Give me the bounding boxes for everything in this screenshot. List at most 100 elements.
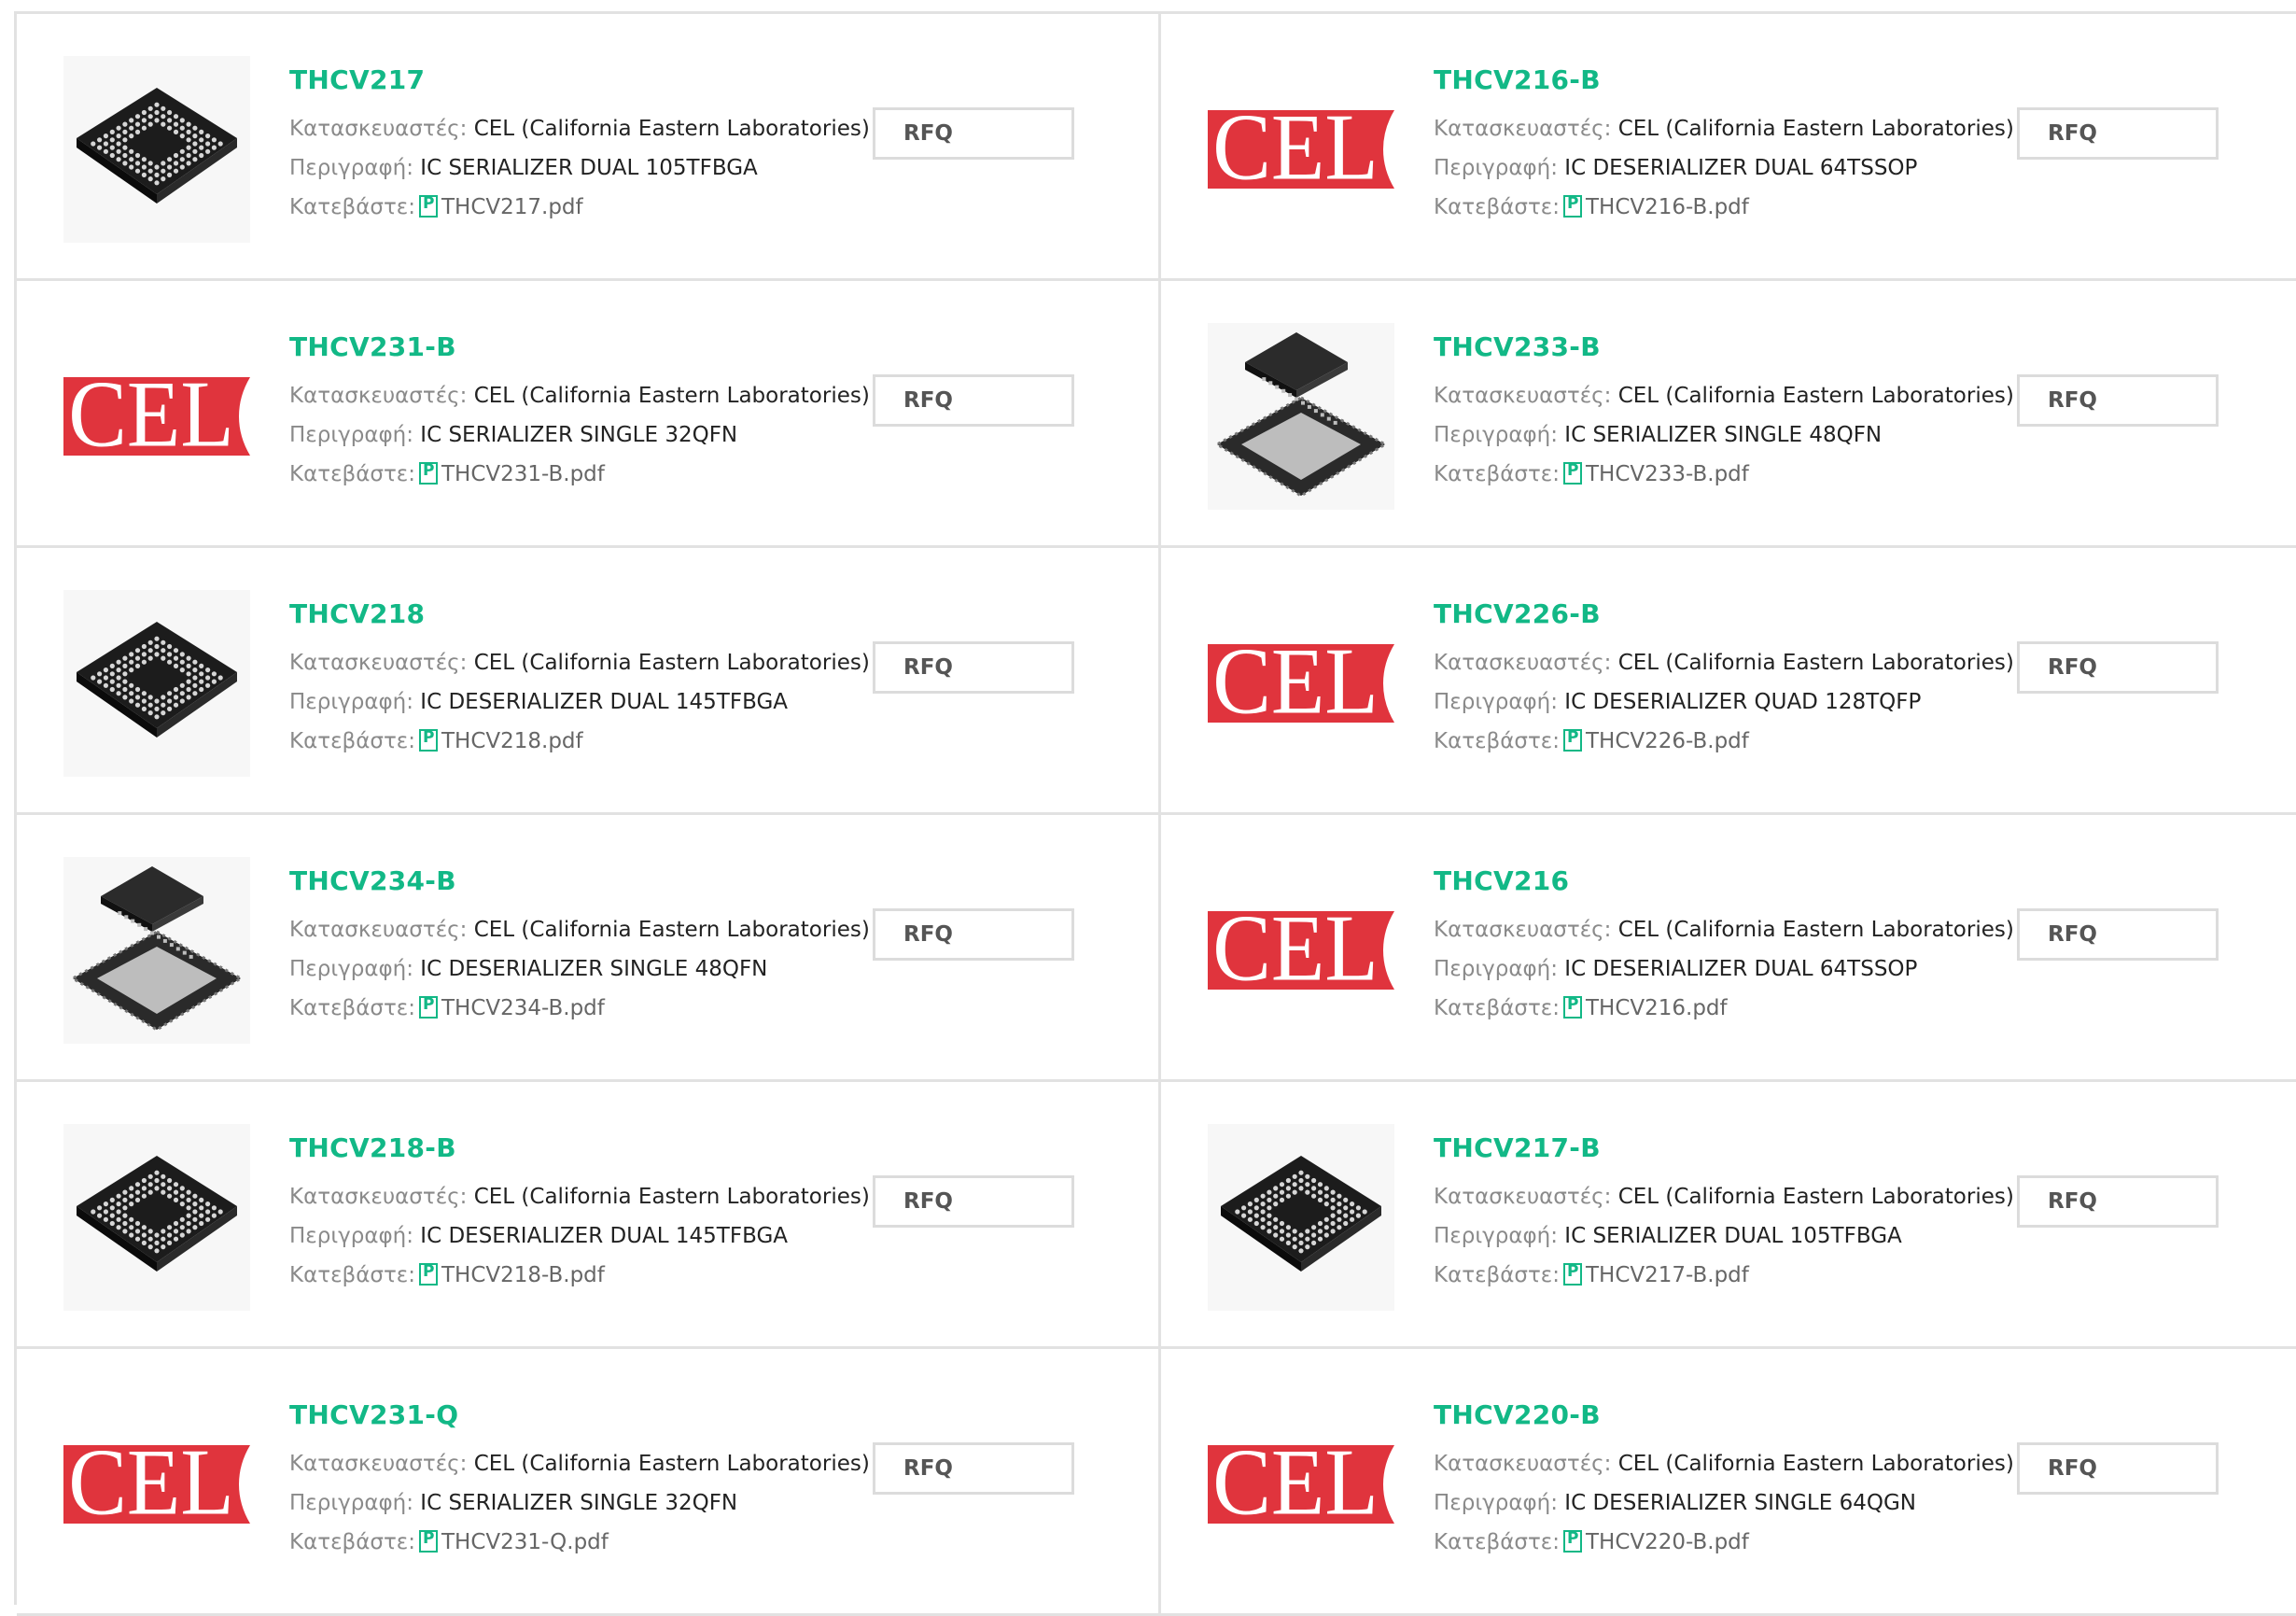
pdf-icon[interactable]: [418, 728, 438, 752]
pdf-icon[interactable]: [418, 1529, 438, 1553]
pdf-icon[interactable]: [418, 1262, 438, 1286]
pdf-icon[interactable]: [1562, 1262, 1582, 1286]
pdf-icon[interactable]: [1562, 194, 1582, 218]
download-label: Κατεβάστε:: [289, 729, 415, 753]
rfq-button[interactable]: RFQ: [873, 1175, 1074, 1228]
cel-logo[interactable]: CEL: [1208, 857, 1394, 1044]
manufacturer-value: CEL (California Eastern Laboratories): [473, 384, 870, 408]
description-row: Περιγραφή: IC SERIALIZER SINGLE 32QFN: [289, 423, 737, 447]
cel-logo-text: CEL: [68, 1431, 234, 1536]
pdf-icon[interactable]: [1562, 995, 1582, 1019]
description-label: Περιγραφή:: [289, 957, 413, 981]
description-value: IC SERIALIZER SINGLE 32QFN: [420, 1491, 738, 1515]
rfq-button[interactable]: RFQ: [2017, 641, 2219, 694]
product-name-link[interactable]: THCV234-B: [289, 865, 456, 896]
qfn-chip-icon[interactable]: [63, 857, 250, 1044]
pdf-icon[interactable]: [1562, 1529, 1582, 1553]
cel-logo[interactable]: CEL: [63, 323, 250, 510]
pdf-link[interactable]: THCV233-B.pdf: [1586, 462, 1749, 486]
product-name-link[interactable]: THCV218-B: [289, 1132, 456, 1163]
rfq-button[interactable]: RFQ: [873, 1442, 1074, 1495]
description-label: Περιγραφή:: [1434, 1224, 1558, 1248]
rfq-button[interactable]: RFQ: [2017, 1175, 2219, 1228]
cel-logo-text: CEL: [1212, 1431, 1379, 1536]
bga-chip-icon[interactable]: [1208, 1124, 1394, 1311]
rfq-button[interactable]: RFQ: [2017, 374, 2219, 427]
cel-logo[interactable]: CEL: [1208, 1391, 1394, 1578]
product-card: THCV234-B Κατασκευαστές: CEL (California…: [17, 815, 1161, 1082]
manufacturer-value: CEL (California Eastern Laboratories): [1617, 651, 2014, 675]
bga-chip-icon[interactable]: [63, 590, 250, 777]
pdf-link[interactable]: THCV234-B.pdf: [441, 996, 605, 1020]
description-value: IC DESERIALIZER DUAL 145TFBGA: [420, 1224, 789, 1248]
manufacturer-value: CEL (California Eastern Laboratories): [1617, 384, 2014, 408]
manufacturer-row: Κατασκευαστές: CEL (California Eastern L…: [289, 651, 870, 675]
description-label: Περιγραφή:: [289, 423, 413, 447]
description-value: IC DESERIALIZER QUAD 128TQFP: [1564, 690, 1922, 714]
cel-logo-text: CEL: [1212, 630, 1379, 735]
rfq-button[interactable]: RFQ: [873, 641, 1074, 694]
pdf-link[interactable]: THCV216.pdf: [1586, 996, 1728, 1020]
cel-logo[interactable]: CEL: [63, 1391, 250, 1578]
product-name-link[interactable]: THCV218: [289, 598, 425, 629]
rfq-button[interactable]: RFQ: [2017, 107, 2219, 160]
rfq-button[interactable]: RFQ: [2017, 1442, 2219, 1495]
manufacturer-value: CEL (California Eastern Laboratories): [473, 1185, 870, 1209]
product-card: CEL THCV231-Q Κατασκευαστές: CEL (Califo…: [17, 1349, 1161, 1616]
product-name-link[interactable]: THCV231-B: [289, 331, 456, 362]
description-value: IC DESERIALIZER DUAL 145TFBGA: [420, 690, 789, 714]
pdf-link[interactable]: THCV226-B.pdf: [1586, 729, 1749, 753]
product-name-link[interactable]: THCV216: [1434, 865, 1569, 896]
cel-logo[interactable]: CEL: [1208, 590, 1394, 777]
description-label: Περιγραφή:: [1434, 423, 1558, 447]
product-name-link[interactable]: THCV217-B: [1434, 1132, 1601, 1163]
product-name-link[interactable]: THCV233-B: [1434, 331, 1601, 362]
product-name-link[interactable]: THCV226-B: [1434, 598, 1601, 629]
pdf-link[interactable]: THCV231-B.pdf: [441, 462, 605, 486]
cel-logo[interactable]: CEL: [1208, 56, 1394, 243]
pdf-icon[interactable]: [418, 194, 438, 218]
manufacturer-label: Κατασκευαστές:: [289, 384, 468, 408]
description-row: Περιγραφή: IC DESERIALIZER DUAL 145TFBGA: [289, 690, 788, 714]
qfn-chip-icon[interactable]: [1208, 323, 1394, 510]
manufacturer-row: Κατασκευαστές: CEL (California Eastern L…: [1434, 1452, 2014, 1476]
description-row: Περιγραφή: IC SERIALIZER DUAL 105TFBGA: [1434, 1224, 1902, 1248]
download-row: Κατεβάστε: THCV220-B.pdf: [1434, 1529, 1749, 1554]
rfq-button[interactable]: RFQ: [2017, 908, 2219, 961]
pdf-link[interactable]: THCV216-B.pdf: [1586, 195, 1749, 219]
download-row: Κατεβάστε: THCV216.pdf: [1434, 995, 1728, 1020]
product-name-link[interactable]: THCV231-Q: [289, 1399, 458, 1430]
product-card: THCV217 Κατασκευαστές: CEL (California E…: [17, 14, 1161, 281]
product-name-link[interactable]: THCV217: [289, 64, 425, 95]
description-label: Περιγραφή:: [289, 1224, 413, 1248]
product-card: THCV233-B Κατασκευαστές: CEL (California…: [1161, 281, 2296, 548]
product-name-link[interactable]: THCV216-B: [1434, 64, 1601, 95]
product-name-link[interactable]: THCV220-B: [1434, 1399, 1601, 1430]
pdf-link[interactable]: THCV231-Q.pdf: [441, 1530, 609, 1554]
manufacturer-label: Κατασκευαστές:: [289, 918, 468, 942]
pdf-icon[interactable]: [418, 461, 438, 485]
manufacturer-row: Κατασκευαστές: CEL (California Eastern L…: [1434, 117, 2014, 141]
rfq-button[interactable]: RFQ: [873, 908, 1074, 961]
pdf-icon[interactable]: [418, 995, 438, 1019]
description-value: IC SERIALIZER DUAL 105TFBGA: [420, 156, 758, 180]
description-label: Περιγραφή:: [1434, 1491, 1558, 1515]
bga-chip-icon[interactable]: [63, 56, 250, 243]
pdf-link[interactable]: THCV217-B.pdf: [1586, 1263, 1749, 1287]
pdf-link[interactable]: THCV218.pdf: [441, 729, 583, 753]
pdf-icon[interactable]: [1562, 461, 1582, 485]
download-row: Κατεβάστε: THCV217.pdf: [289, 194, 583, 219]
pdf-link[interactable]: THCV220-B.pdf: [1586, 1530, 1749, 1554]
manufacturer-label: Κατασκευαστές:: [1434, 1185, 1612, 1209]
pdf-link[interactable]: THCV217.pdf: [441, 195, 583, 219]
bga-chip-icon[interactable]: [63, 1124, 250, 1311]
pdf-icon[interactable]: [1562, 728, 1582, 752]
description-row: Περιγραφή: IC SERIALIZER DUAL 105TFBGA: [289, 156, 758, 180]
download-row: Κατεβάστε: THCV218-B.pdf: [289, 1262, 605, 1287]
rfq-button[interactable]: RFQ: [873, 374, 1074, 427]
cel-logo-text: CEL: [1212, 897, 1379, 1002]
rfq-button[interactable]: RFQ: [873, 107, 1074, 160]
pdf-link[interactable]: THCV218-B.pdf: [441, 1263, 605, 1287]
manufacturer-value: CEL (California Eastern Laboratories): [1617, 1452, 2014, 1476]
download-label: Κατεβάστε:: [1434, 729, 1560, 753]
